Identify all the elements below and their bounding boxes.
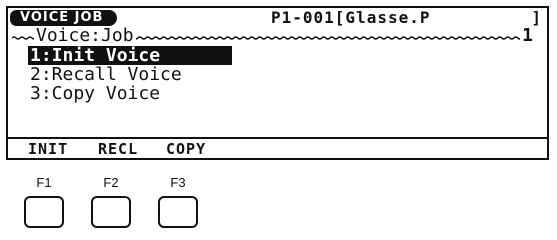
title-row: Voice:Job 1 xyxy=(12,25,543,46)
screen-tab-label: VOICE JOB xyxy=(10,10,118,26)
f2-button[interactable] xyxy=(91,196,131,228)
softkey-copy[interactable]: COPY xyxy=(166,140,206,158)
f3-label: F3 xyxy=(170,175,186,190)
lcd-display: VOICE JOB P1-001[Glasse.P ] Voice:Job 1 … xyxy=(6,6,549,160)
menu-item-recall-voice[interactable]: 2:Recall Voice xyxy=(28,65,232,84)
menu-item-copy-voice[interactable]: 3:Copy Voice xyxy=(28,84,232,103)
page-title: Voice:Job xyxy=(34,25,136,46)
f1-button[interactable] xyxy=(24,196,64,228)
softkey-bar: INIT RECL COPY xyxy=(8,137,547,160)
wavy-separator xyxy=(12,125,543,129)
softkey-init[interactable]: INIT xyxy=(28,140,68,158)
current-patch: P1-001[Glasse.P xyxy=(271,8,431,27)
f3-button[interactable] xyxy=(158,196,198,228)
job-menu: 1:Init Voice 2:Recall Voice 3:Copy Voice xyxy=(28,46,232,103)
f2-label: F2 xyxy=(103,175,119,190)
f1-label: F1 xyxy=(36,175,52,190)
menu-item-init-voice[interactable]: 1:Init Voice xyxy=(28,46,232,65)
wavy-rule-right xyxy=(122,36,533,40)
page-number: 1 xyxy=(520,25,535,46)
softkey-recl[interactable]: RECL xyxy=(98,140,138,158)
